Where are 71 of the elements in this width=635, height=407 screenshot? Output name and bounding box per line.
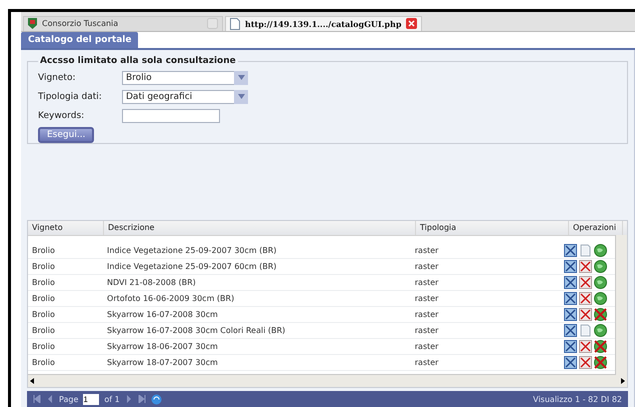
page-count-label: of 1 — [104, 394, 120, 404]
column-header[interactable]: Vigneto — [28, 221, 104, 235]
table-cell-text: Indice Vegetazione 25-09-2007 30cm (BR) — [106, 246, 278, 255]
field-label: Keywords: — [38, 110, 86, 120]
map-icon[interactable] — [564, 356, 577, 369]
keywords-field[interactable] — [122, 108, 220, 122]
page-icon — [230, 18, 240, 30]
table-cell-text: Brolio — [31, 310, 56, 319]
table-cell-text: Indice Vegetazione 25-09-2007 60cm (BR) — [106, 262, 278, 271]
map-icon[interactable] — [564, 244, 577, 257]
field-label: Vigneto: — [38, 72, 76, 82]
cross-icon[interactable] — [578, 308, 592, 321]
crest-icon — [28, 18, 37, 29]
globe-icon[interactable] — [594, 276, 607, 289]
table-cell-text: raster — [414, 310, 440, 319]
globe-crossed-icon[interactable] — [594, 308, 607, 321]
refresh-icon[interactable] — [150, 394, 162, 404]
globe-crossed-icon[interactable] — [594, 340, 607, 353]
map-icon[interactable] — [564, 276, 577, 289]
table-cell-text: raster — [414, 278, 440, 287]
scroll-right-icon[interactable] — [619, 377, 627, 385]
cross-icon[interactable] — [578, 340, 592, 353]
table-cell-text: Brolio — [31, 262, 56, 271]
map-icon[interactable] — [564, 308, 577, 321]
table-cell-text: Brolio — [31, 342, 56, 351]
dropdown-field[interactable]: Dati geografici — [122, 90, 248, 104]
scroll-left-icon[interactable] — [28, 377, 36, 385]
table-cell-text: raster — [414, 326, 440, 335]
map-icon[interactable] — [564, 340, 577, 353]
table-cell-text: Brolio — [31, 326, 56, 335]
globe-icon[interactable] — [594, 324, 607, 337]
table-cell-text: Skyarrow 16-07-2008 30cm Colori Reali (BR) — [106, 326, 286, 335]
fieldset-legend: Accsso limitato alla sola consultazione — [38, 56, 238, 66]
map-icon[interactable] — [564, 260, 577, 273]
map-icon[interactable] — [564, 292, 577, 305]
paging-summary: Visualizzo 1 - 82 DI 82 — [533, 394, 622, 404]
column-header[interactable]: Tipologia — [416, 221, 569, 235]
browser-tab[interactable]: http://149.139.1..../catalogGUI.php — [225, 16, 422, 30]
table-cell-text: raster — [414, 358, 440, 367]
table-cell-text: raster — [414, 262, 440, 271]
app-tab[interactable]: Catalogo del portale — [21, 32, 138, 48]
table-cell-text: Skyarrow 16-07-2008 30cm — [106, 310, 219, 319]
table-cell-text: Skyarrow 18-07-2007 30cm — [106, 358, 219, 367]
table-cell-text: Brolio — [31, 358, 56, 367]
cross-icon[interactable] — [578, 276, 592, 289]
globe-icon[interactable] — [594, 244, 607, 257]
page-number-field[interactable]: 1 — [83, 394, 100, 404]
table-cell-text: Skyarrow 18-06-2007 30cm — [106, 342, 219, 351]
vertical-scrollbar[interactable] — [615, 235, 627, 375]
dropdown-field[interactable]: Brolio — [122, 70, 248, 84]
table-cell-text: raster — [414, 342, 440, 351]
column-header[interactable]: Descrizione — [104, 221, 416, 235]
cross-icon[interactable] — [578, 292, 592, 305]
close-icon[interactable] — [406, 18, 418, 29]
table-cell-text: Brolio — [31, 278, 56, 287]
table-cell-text: Brolio — [31, 294, 56, 303]
table-cell-text: Ortofoto 16-06-2009 30cm (BR) — [106, 294, 236, 303]
table-cell-text: raster — [414, 294, 440, 303]
globe-icon[interactable] — [594, 292, 607, 305]
table-cell-text: Brolio — [31, 246, 56, 255]
browser-tab[interactable]: Consorzio Tuscania — [23, 16, 223, 30]
cross-icon[interactable] — [578, 356, 592, 369]
globe-icon[interactable] — [594, 260, 607, 273]
cross-icon[interactable] — [578, 260, 592, 273]
table-cell-text: raster — [414, 246, 440, 255]
horizontal-scrollbar[interactable] — [28, 374, 627, 387]
globe-crossed-icon[interactable] — [594, 356, 607, 369]
map-icon[interactable] — [564, 324, 577, 337]
table-cell-text: NDVI 21-08-2008 (BR) — [106, 278, 197, 287]
page-label: Page — [59, 394, 78, 404]
field-label: Tipologia dati: — [38, 92, 103, 102]
